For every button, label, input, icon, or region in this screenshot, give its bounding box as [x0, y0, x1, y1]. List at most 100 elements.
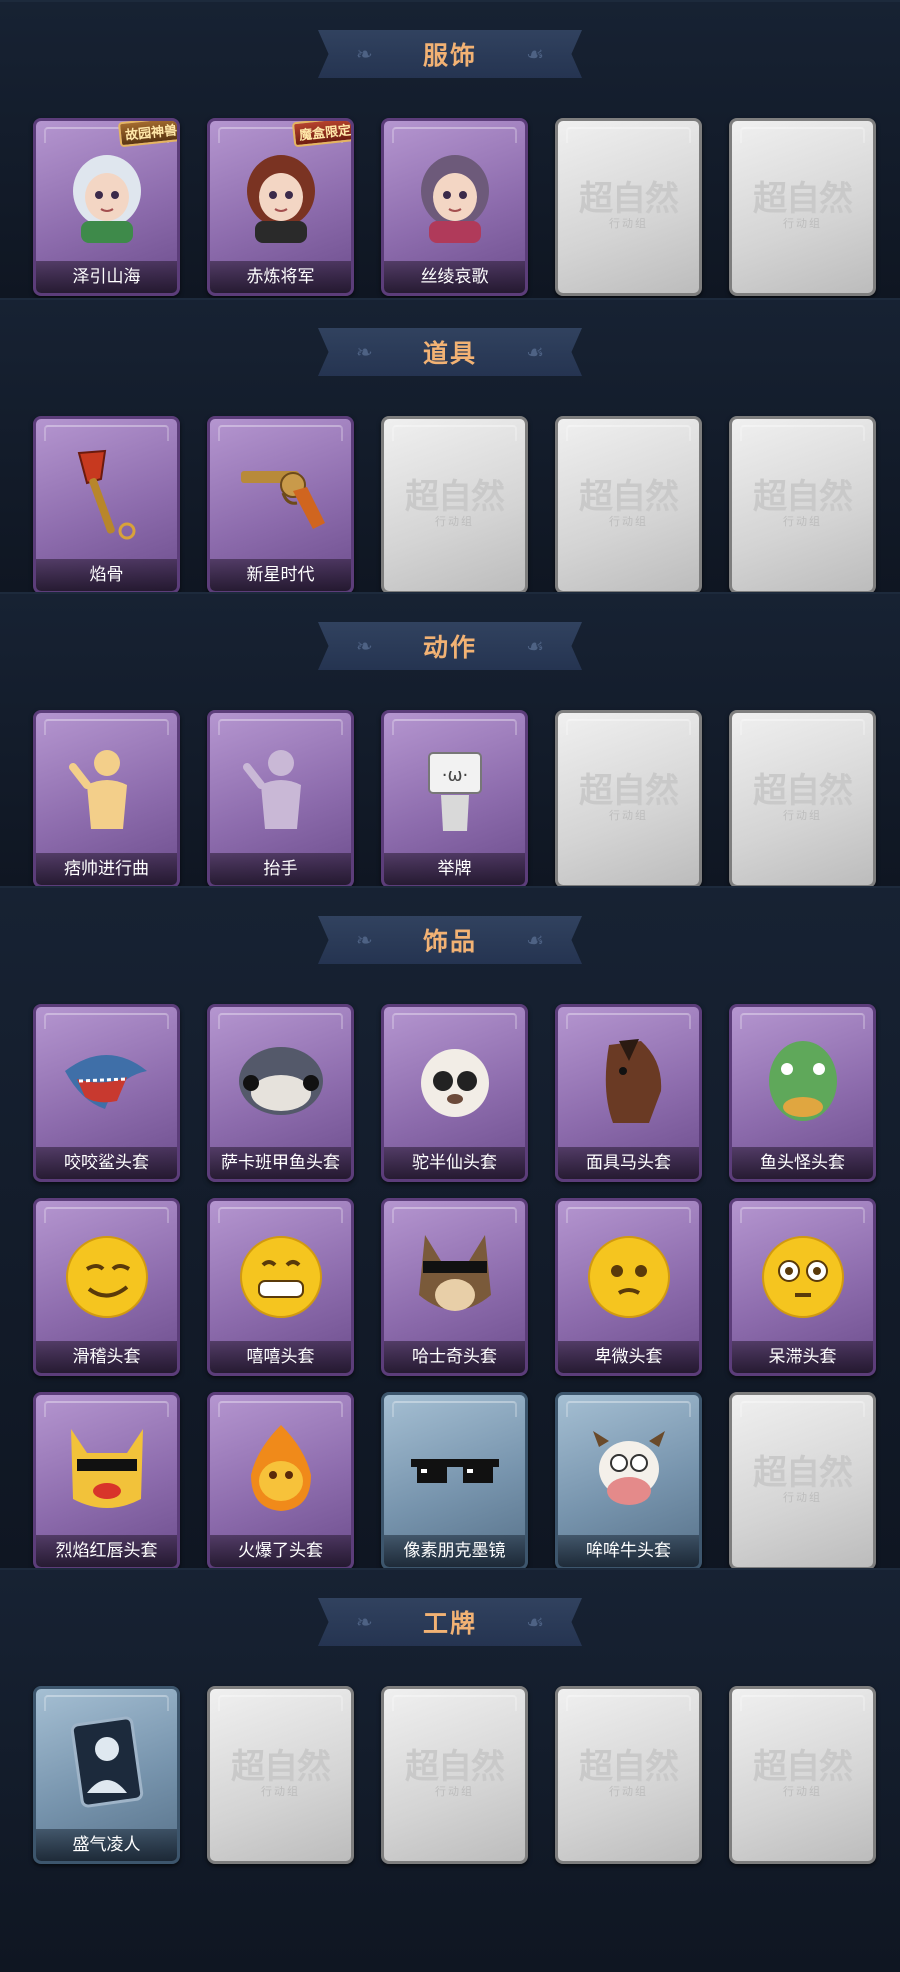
- card-frame-ornament: [740, 1401, 865, 1417]
- locked-item-card[interactable]: 超自然 行动组: [555, 710, 702, 888]
- locked-item-card[interactable]: 超自然 行动组: [555, 1686, 702, 1864]
- item-name: 咬咬鲨头套: [36, 1147, 177, 1179]
- item-card[interactable]: 嘻嘻头套: [207, 1198, 354, 1376]
- item-name: 泽引山海: [36, 261, 177, 293]
- item-card[interactable]: 丝绫哀歌: [381, 118, 528, 296]
- locked-item-card[interactable]: 超自然 行动组: [729, 118, 876, 296]
- sign-figure-icon: ·ω·: [400, 737, 509, 835]
- card-frame-ornament: [392, 719, 517, 735]
- card-frame-ornament: [740, 719, 865, 735]
- husky-head-icon: [400, 1225, 509, 1323]
- locked-watermark: 超自然: [579, 771, 679, 811]
- item-card[interactable]: 烈焰红唇头套: [33, 1392, 180, 1570]
- locked-item-card[interactable]: 超自然 行动组: [729, 1686, 876, 1864]
- section-title-banner: ❧ 道具 ☙: [318, 328, 582, 376]
- section-0: ❧ 服饰 ☙ 泽引山海 故园神兽 赤炼将军 魔盒限定 丝绫哀歌 超自然 行动组 超自然 行动组: [0, 0, 900, 298]
- locked-item-card[interactable]: 超自然 行动组: [207, 1686, 354, 1864]
- swirl-left-icon: ❧: [356, 928, 373, 952]
- card-frame-ornament: [566, 1013, 691, 1029]
- item-card[interactable]: 新星时代: [207, 416, 354, 594]
- item-card[interactable]: 驼半仙头套: [381, 1004, 528, 1182]
- pixel-sunglasses-icon: [400, 1419, 509, 1517]
- locked-watermark: 超自然: [405, 477, 505, 517]
- card-frame-ornament: [218, 1401, 343, 1417]
- item-name: 火爆了头套: [210, 1535, 351, 1567]
- item-name: 面具马头套: [558, 1147, 699, 1179]
- item-name: 呆滞头套: [732, 1341, 873, 1373]
- section-title: 工牌: [422, 1609, 477, 1638]
- item-card[interactable]: 泽引山海 故园神兽: [33, 118, 180, 296]
- shovel-icon: [52, 443, 161, 541]
- section-title-banner: ❧ 动作 ☙: [318, 622, 582, 670]
- character-skin-icon: [400, 145, 509, 243]
- dazed-emoji-icon: [748, 1225, 857, 1323]
- locked-watermark-sub: 行动组: [609, 515, 648, 528]
- item-card[interactable]: 哞哞牛头套: [555, 1392, 702, 1570]
- item-card[interactable]: 呆滞头套: [729, 1198, 876, 1376]
- pose-figure-icon: [226, 737, 335, 835]
- character-skin-icon: [52, 145, 161, 243]
- locked-watermark-sub: 行动组: [783, 217, 822, 230]
- locked-item-card[interactable]: 超自然 行动组: [555, 416, 702, 594]
- card-frame-ornament: [740, 425, 865, 441]
- green-fish-head-icon: [748, 1031, 857, 1129]
- section-4: ❧ 工牌 ☙ 盛气凌人 超自然 行动组 超自然 行动组 超自然 行动组 超自然 行动组: [0, 1568, 900, 1972]
- yellow-mascot-head-icon: [52, 1419, 161, 1517]
- locked-watermark-sub: 行动组: [609, 809, 648, 822]
- section-3: ❧ 饰品 ☙ 咬咬鲨头套 萨卡班甲鱼头套 驼半仙头套 面具马头套 鱼头怪头套 滑稽头…: [0, 886, 900, 1570]
- item-card[interactable]: 鱼头怪头套: [729, 1004, 876, 1182]
- locked-watermark-sub: 行动组: [609, 1785, 648, 1798]
- card-frame-ornament: [392, 425, 517, 441]
- item-card[interactable]: 盛气凌人: [33, 1686, 180, 1864]
- item-card[interactable]: 抬手: [207, 710, 354, 888]
- item-name: 痞帅进行曲: [36, 853, 177, 885]
- item-name: 卑微头套: [558, 1341, 699, 1373]
- item-name: 驼半仙头套: [384, 1147, 525, 1179]
- locked-item-card[interactable]: 超自然 行动组: [729, 1392, 876, 1570]
- section-title: 服饰: [422, 41, 477, 70]
- locked-watermark: 超自然: [231, 1747, 331, 1787]
- locked-watermark-sub: 行动组: [783, 1491, 822, 1504]
- item-card[interactable]: 哈士奇头套: [381, 1198, 528, 1376]
- card-frame-ornament: [218, 1013, 343, 1029]
- item-name: 哈士奇头套: [384, 1341, 525, 1373]
- locked-item-card[interactable]: 超自然 行动组: [729, 710, 876, 888]
- item-card[interactable]: 像素朋克墨镜: [381, 1392, 528, 1570]
- locked-item-card[interactable]: 超自然 行动组: [729, 416, 876, 594]
- locked-watermark: 超自然: [405, 1747, 505, 1787]
- swirl-right-icon: ☙: [526, 1610, 544, 1634]
- card-frame-ornament: [44, 1207, 169, 1223]
- card-frame-ornament: [740, 1013, 865, 1029]
- item-card[interactable]: 痞帅进行曲: [33, 710, 180, 888]
- swirl-left-icon: ❧: [356, 42, 373, 66]
- card-frame-ornament: [566, 425, 691, 441]
- item-name: 烈焰红唇头套: [36, 1535, 177, 1567]
- locked-watermark-sub: 行动组: [435, 1785, 474, 1798]
- item-name: 鱼头怪头套: [732, 1147, 873, 1179]
- card-frame-ornament: [218, 719, 343, 735]
- locked-watermark-sub: 行动组: [609, 217, 648, 230]
- section-title: 饰品: [422, 927, 477, 956]
- item-card[interactable]: 滑稽头套: [33, 1198, 180, 1376]
- item-card[interactable]: 火爆了头套: [207, 1392, 354, 1570]
- item-name: 盛气凌人: [36, 1829, 177, 1861]
- locked-watermark: 超自然: [579, 1747, 679, 1787]
- item-card[interactable]: 咬咬鲨头套: [33, 1004, 180, 1182]
- item-card[interactable]: 赤炼将军 魔盒限定: [207, 118, 354, 296]
- item-card[interactable]: 卑微头套: [555, 1198, 702, 1376]
- item-card[interactable]: 焰骨: [33, 416, 180, 594]
- locked-item-card[interactable]: 超自然 行动组: [381, 416, 528, 594]
- card-frame-ornament: [392, 1013, 517, 1029]
- section-title: 道具: [422, 339, 477, 368]
- locked-item-card[interactable]: 超自然 行动组: [555, 118, 702, 296]
- cow-head-icon: [574, 1419, 683, 1517]
- item-card[interactable]: 面具马头套: [555, 1004, 702, 1182]
- smirk-emoji-icon: [52, 1225, 161, 1323]
- card-frame-ornament: [44, 425, 169, 441]
- locked-item-card[interactable]: 超自然 行动组: [381, 1686, 528, 1864]
- swirl-left-icon: ❧: [356, 340, 373, 364]
- card-frame-ornament: [218, 1207, 343, 1223]
- item-name: 哞哞牛头套: [558, 1535, 699, 1567]
- item-card[interactable]: 萨卡班甲鱼头套: [207, 1004, 354, 1182]
- item-card[interactable]: ·ω· 举牌: [381, 710, 528, 888]
